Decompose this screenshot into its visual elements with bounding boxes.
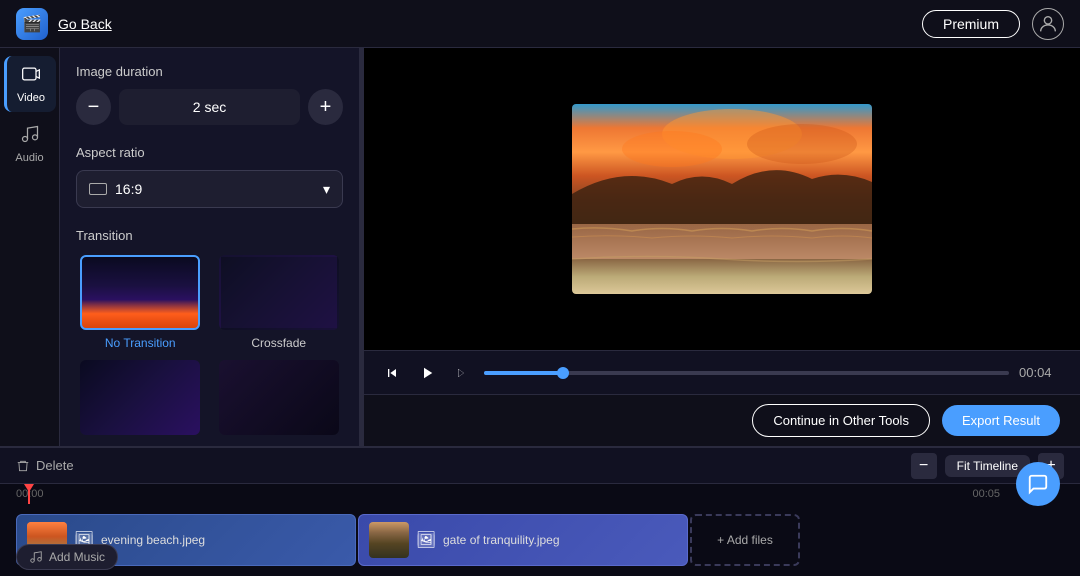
main: Video Audio Image duration − + Aspect ra… <box>0 48 1080 446</box>
header-right: Premium <box>922 8 1064 40</box>
clip-1-name: evening beach.jpeg <box>101 533 205 547</box>
header: 🎬 Go Back Premium <box>0 0 1080 48</box>
chevron-down-icon: ▾ <box>323 181 330 198</box>
transition-item-4[interactable] <box>215 360 344 435</box>
transition-item-crossfade[interactable]: Crossfade <box>215 255 344 350</box>
add-music-button[interactable]: Add Music <box>16 544 118 570</box>
clip-2[interactable]: 🖼 gate of tranquility.jpeg <box>358 514 688 566</box>
video-preview <box>572 104 872 294</box>
video-icon <box>21 64 41 89</box>
zoom-out-button[interactable]: − <box>911 453 937 479</box>
transition-grid: No Transition Crossfade <box>76 255 343 435</box>
duration-decrease-button[interactable]: − <box>76 89 111 125</box>
timeline-toolbar: Delete − Fit Timeline + <box>0 448 1080 484</box>
ruler-time-end: 00:05 <box>972 488 1000 500</box>
chat-fab[interactable] <box>1016 462 1060 506</box>
clip-2-name: gate of tranquility.jpeg <box>443 533 560 547</box>
sidebar-video-label: Video <box>17 92 45 104</box>
duration-row: − + <box>76 89 343 125</box>
duration-input[interactable] <box>119 89 300 125</box>
left-panel: Image duration − + Aspect ratio 16:9 ▾ T… <box>60 48 360 446</box>
content-area: 00:04 Continue in Other Tools Export Res… <box>364 48 1080 446</box>
transition-item-no-transition[interactable]: No Transition <box>76 255 205 350</box>
add-music-label: Add Music <box>49 550 105 564</box>
sidebar-item-video[interactable]: Video <box>4 56 56 112</box>
playhead <box>28 484 30 504</box>
duration-increase-button[interactable]: + <box>308 89 343 125</box>
premium-button[interactable]: Premium <box>922 10 1020 38</box>
aspect-ratio-select[interactable]: 16:9 ▾ <box>76 170 343 208</box>
timeline-tracks: 🖼 evening beach.jpeg <box>0 504 1080 576</box>
progress-bar[interactable] <box>484 371 1009 375</box>
crossfade-thumb <box>219 255 339 330</box>
header-left: 🎬 Go Back <box>16 8 112 40</box>
sidebar-item-audio[interactable]: Audio <box>4 116 56 172</box>
clip-2-icon: 🖼 <box>417 533 435 547</box>
no-transition-label: No Transition <box>105 336 176 350</box>
transition-item-3[interactable] <box>76 360 205 435</box>
user-icon[interactable] <box>1032 8 1064 40</box>
action-bar: Continue in Other Tools Export Result <box>364 394 1080 446</box>
transition-4-thumb <box>219 360 339 435</box>
aspect-ratio-label: Aspect ratio <box>76 145 343 160</box>
image-duration-label: Image duration <box>76 64 343 79</box>
sidebar-nav: Video Audio <box>0 48 60 446</box>
timeline: Delete − Fit Timeline + 00:00 00:05 <box>0 446 1080 576</box>
delete-button[interactable]: Delete <box>16 458 74 473</box>
aspect-ratio-icon <box>89 183 107 195</box>
player-controls: 00:04 <box>364 350 1080 394</box>
skip-forward-button[interactable] <box>450 361 474 385</box>
transition-label: Transition <box>76 228 343 243</box>
aspect-value: 16:9 <box>115 181 142 197</box>
transition-3-thumb <box>80 360 200 435</box>
go-back-link[interactable]: Go Back <box>58 16 112 32</box>
audio-icon <box>20 124 40 149</box>
playhead-triangle <box>24 484 34 492</box>
time-display: 00:04 <box>1019 365 1064 380</box>
timeline-ruler: 00:00 00:05 <box>0 484 1080 504</box>
continue-button[interactable]: Continue in Other Tools <box>752 404 930 437</box>
sidebar-audio-label: Audio <box>15 152 43 164</box>
progress-fill <box>484 371 563 375</box>
aspect-select-inner: 16:9 <box>89 181 142 197</box>
delete-label: Delete <box>36 458 74 473</box>
app-icon: 🎬 <box>16 8 48 40</box>
crossfade-label: Crossfade <box>251 336 306 350</box>
add-files-button[interactable]: + Add files <box>690 514 800 566</box>
play-button[interactable] <box>414 360 440 386</box>
skip-back-button[interactable] <box>380 361 404 385</box>
export-button[interactable]: Export Result <box>942 405 1060 436</box>
progress-handle[interactable] <box>557 367 569 379</box>
preview-area <box>364 48 1080 350</box>
no-transition-thumb <box>80 255 200 330</box>
fit-timeline-button[interactable]: Fit Timeline <box>945 455 1030 477</box>
clip-2-thumb <box>369 522 409 558</box>
